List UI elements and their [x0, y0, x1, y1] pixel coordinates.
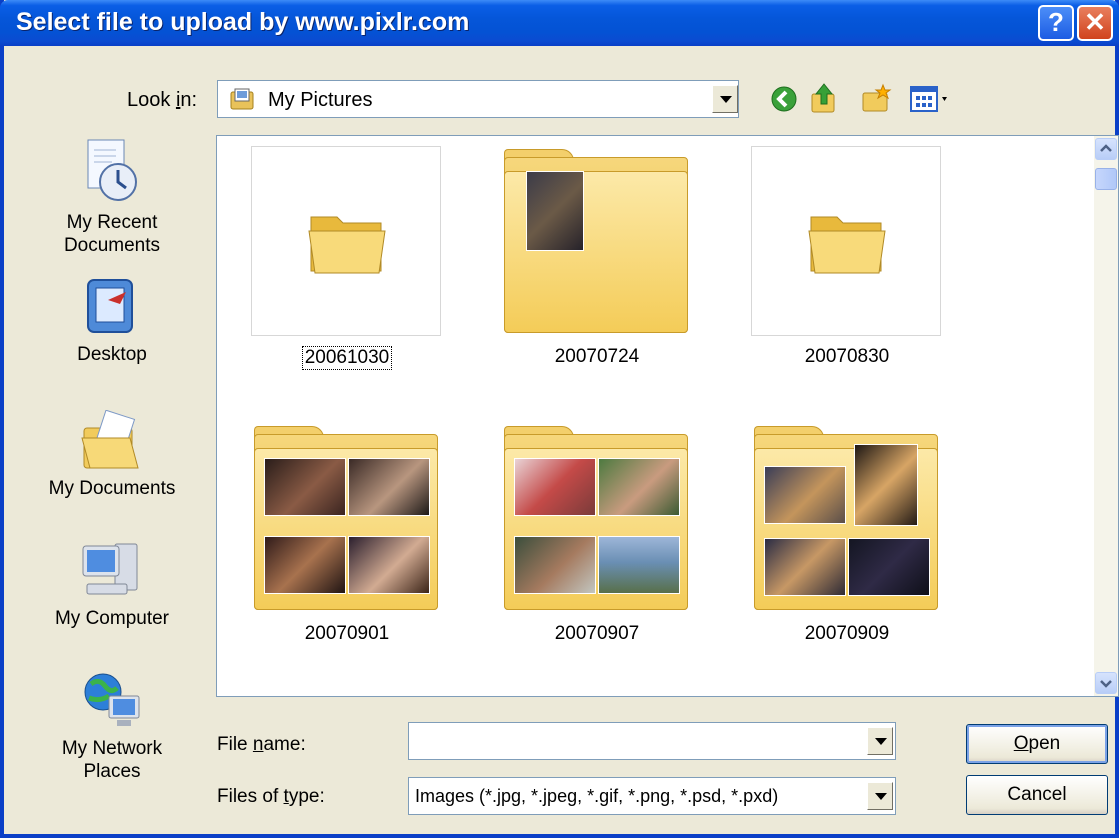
folder-thumbnail — [751, 146, 941, 336]
files-of-type-value: Images (*.jpg, *.jpeg, *.gif, *.png, *.p… — [415, 786, 779, 806]
files-of-type-select[interactable]: Images (*.jpg, *.jpeg, *.gif, *.png, *.p… — [408, 777, 896, 815]
photo-thumbnail — [848, 538, 930, 596]
close-button[interactable]: ✕ — [1077, 5, 1113, 41]
place-label: Documents — [63, 235, 161, 256]
file-name-input[interactable] — [408, 722, 896, 760]
look-in-dropdown[interactable]: My Pictures — [217, 80, 739, 118]
folder-thumbnail — [251, 146, 441, 336]
photo-thumbnail — [264, 458, 346, 516]
file-item[interactable]: 20070909 — [751, 423, 943, 645]
dialog-title: Select file to upload by www.pixlr.com — [16, 8, 470, 36]
folder-thumbnail — [751, 423, 941, 613]
files-of-type-dropdown-arrow[interactable] — [867, 782, 893, 810]
scroll-up-button[interactable] — [1095, 138, 1117, 160]
photo-thumbnail — [264, 536, 346, 594]
photo-thumbnail — [526, 171, 584, 251]
place-label: Places — [83, 761, 141, 782]
file-upload-dialog: Select file to upload by www.pixlr.com ?… — [0, 0, 1119, 838]
my-computer-icon — [82, 543, 138, 595]
cancel-button[interactable]: Cancel — [966, 775, 1108, 815]
photo-thumbnail — [598, 458, 680, 516]
folder-icon — [308, 216, 386, 274]
look-in-dropdown-arrow[interactable] — [712, 85, 738, 113]
folder-icon — [504, 426, 688, 610]
photo-thumbnail — [348, 458, 430, 516]
folder-thumbnail — [251, 423, 441, 613]
file-item[interactable]: 20070901 — [251, 423, 443, 645]
recent-documents-icon — [87, 139, 137, 201]
network-places-icon — [84, 673, 140, 726]
folder-icon — [254, 426, 438, 610]
scroll-thumb[interactable] — [1095, 168, 1117, 190]
vertical-scrollbar[interactable] — [1094, 136, 1118, 696]
place-label: My Computer — [54, 608, 170, 629]
file-name-label: 20070901 — [304, 623, 390, 644]
open-button[interactable]: Open — [966, 724, 1108, 764]
desktop-icon — [87, 279, 133, 333]
photo-thumbnail — [764, 466, 846, 524]
chevron-up-icon — [1100, 144, 1112, 152]
file-name-label: 20070909 — [804, 623, 890, 644]
file-item[interactable]: 20070907 — [501, 423, 693, 645]
folder-icon — [754, 426, 938, 610]
chevron-down-icon — [1100, 680, 1112, 688]
file-name-label: 20070724 — [554, 346, 640, 367]
place-label: Desktop — [77, 344, 147, 365]
folder-thumbnail — [501, 423, 691, 613]
folder-thumbnail — [501, 146, 691, 336]
file-name-label: 20061030 — [301, 346, 393, 370]
folder-icon — [504, 149, 688, 333]
place-my-recent-documents[interactable]: My Recent Documents — [42, 138, 182, 257]
file-name-label: 20070830 — [804, 346, 890, 367]
help-button[interactable]: ? — [1038, 5, 1074, 41]
place-my-documents[interactable]: My Documents — [42, 409, 182, 500]
title-bar[interactable]: Select file to upload by www.pixlr.com ?… — [0, 0, 1119, 46]
file-name-label: File name: — [217, 734, 306, 755]
photo-thumbnail — [764, 538, 846, 596]
photo-thumbnail — [598, 536, 680, 594]
file-item[interactable]: 20070830 — [751, 146, 943, 368]
file-name-dropdown-arrow[interactable] — [867, 727, 893, 755]
photo-thumbnail — [514, 458, 596, 516]
file-item[interactable]: 20070724 — [501, 146, 693, 368]
back-icon[interactable] — [770, 85, 798, 113]
place-label: My Documents — [48, 478, 176, 499]
pictures-folder-icon — [230, 88, 254, 110]
up-one-level-icon[interactable] — [809, 82, 839, 114]
look-in-value: My Pictures — [268, 89, 373, 111]
my-documents-icon — [81, 409, 139, 469]
new-folder-icon[interactable] — [861, 83, 893, 113]
photo-thumbnail — [348, 536, 430, 594]
folder-icon — [808, 216, 886, 274]
file-name-label: 20070907 — [554, 623, 640, 644]
view-menu-icon[interactable] — [909, 85, 955, 113]
place-my-computer[interactable]: My Computer — [42, 536, 182, 630]
place-label: My Network — [61, 738, 163, 759]
photo-thumbnail — [514, 536, 596, 594]
place-label: My Recent — [66, 212, 158, 233]
place-my-network-places[interactable]: My Network Places — [42, 666, 182, 783]
place-desktop[interactable]: Desktop — [42, 274, 182, 366]
scroll-down-button[interactable] — [1095, 672, 1117, 694]
photo-thumbnail — [854, 444, 918, 526]
files-of-type-label: Files of type: — [217, 786, 325, 807]
file-item[interactable]: 20061030 — [251, 146, 443, 370]
look-in-label: Look in: — [127, 89, 198, 111]
file-list-view[interactable]: 20061030 20070724 20070830 20070901 2007… — [216, 135, 1119, 697]
